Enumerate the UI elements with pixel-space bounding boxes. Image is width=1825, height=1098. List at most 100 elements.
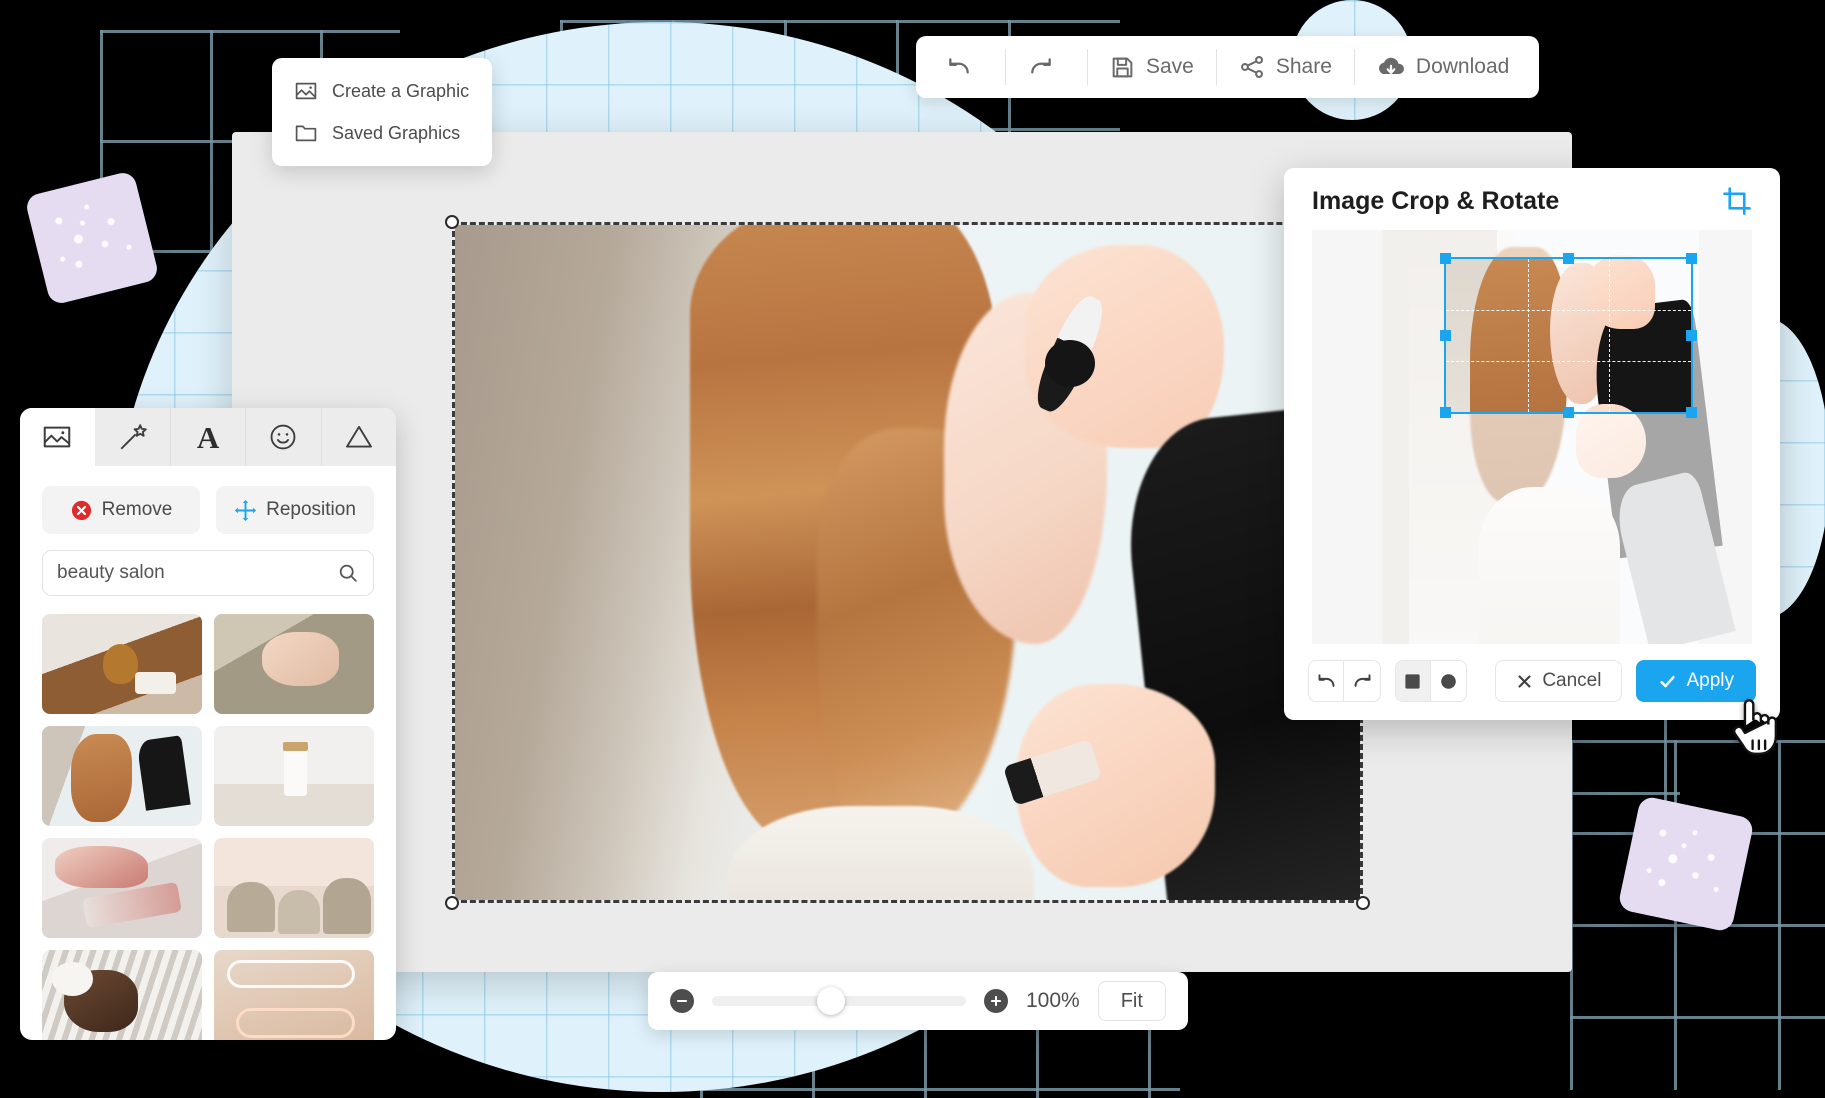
rotate-right-icon <box>1352 671 1373 692</box>
crop-panel-footer: Cancel Apply <box>1284 644 1780 720</box>
search-input[interactable] <box>57 562 337 584</box>
screenshot-root: Save Share Download Create a Graphic Sav… <box>0 0 1825 1098</box>
rotate-button-group <box>1308 660 1381 702</box>
text-a-icon: A <box>196 419 220 455</box>
cancel-label: Cancel <box>1542 670 1602 691</box>
thumbnail-item[interactable] <box>214 950 374 1040</box>
apply-label: Apply <box>1686 670 1734 691</box>
crop-preview-image[interactable] <box>1312 230 1752 644</box>
crop-handle-middle-right[interactable] <box>1685 330 1697 342</box>
image-side-panel: A Remove Reposition beauty salon <box>20 408 396 1040</box>
tab-stickers[interactable] <box>246 408 322 466</box>
fit-button[interactable]: Fit <box>1097 981 1166 1021</box>
rotate-left-icon <box>1316 671 1337 692</box>
zoom-toolbar: 100% Fit <box>648 972 1188 1030</box>
zoom-out-button[interactable] <box>670 989 694 1013</box>
reposition-label: Reposition <box>266 499 356 520</box>
menu-item-saved-graphics[interactable]: Saved Graphics <box>272 112 492 154</box>
crop-handle-bottom-left[interactable] <box>1440 407 1451 419</box>
square-crop-button[interactable] <box>1395 661 1432 701</box>
zoom-slider[interactable] <box>712 987 966 1015</box>
menu-item-label: Create a Graphic <box>332 80 470 101</box>
check-icon <box>1658 672 1677 691</box>
undo-icon <box>946 54 972 80</box>
redo-button[interactable] <box>1006 45 1087 89</box>
thumbnail-item[interactable] <box>214 614 374 714</box>
hand-pointer-cursor <box>1726 694 1782 758</box>
tab-shapes[interactable] <box>321 408 396 466</box>
graphics-dropdown-menu: Create a Graphic Saved Graphics <box>272 58 492 166</box>
share-button[interactable]: Share <box>1217 45 1354 89</box>
crop-icon[interactable] <box>1722 186 1752 216</box>
smiley-icon <box>267 421 299 453</box>
crop-handle-bottom-right[interactable] <box>1685 407 1697 419</box>
crop-handle-top-left[interactable] <box>1440 252 1451 264</box>
cancel-button[interactable]: Cancel <box>1495 660 1623 702</box>
folder-icon <box>294 121 318 145</box>
thumbnail-item[interactable] <box>214 726 374 826</box>
circle-crop-button[interactable] <box>1431 661 1466 701</box>
thumbnail-item[interactable] <box>214 838 374 938</box>
glitter-square-bottom-right <box>1617 795 1755 933</box>
selection-handle-bottom-right[interactable] <box>1356 896 1370 910</box>
x-icon <box>1516 673 1533 690</box>
image-icon <box>294 79 318 103</box>
remove-circle-icon <box>70 499 93 522</box>
move-cross-icon <box>234 499 257 522</box>
tab-images[interactable] <box>20 408 96 466</box>
floppy-disk-icon <box>1110 55 1135 80</box>
save-button[interactable]: Save <box>1088 45 1216 89</box>
zoom-level-label: 100% <box>1026 989 1080 1012</box>
zoom-in-button[interactable] <box>984 989 1008 1013</box>
menu-item-create-a-graphic[interactable]: Create a Graphic <box>272 70 492 112</box>
zoom-slider-thumb[interactable] <box>817 987 846 1015</box>
redo-icon <box>1028 54 1054 80</box>
menu-item-label: Saved Graphics <box>332 122 461 143</box>
fit-label: Fit <box>1120 989 1143 1012</box>
crop-shape-group <box>1394 660 1468 702</box>
selection-handle-top-left[interactable] <box>445 215 459 229</box>
image-icon <box>41 421 73 453</box>
panel-tab-bar: A <box>20 408 396 466</box>
crop-handle-top-center[interactable] <box>1562 252 1574 264</box>
crop-handle-bottom-center[interactable] <box>1562 407 1574 419</box>
canvas-image-selection[interactable] <box>445 215 1370 910</box>
crop-handle-top-right[interactable] <box>1685 252 1697 264</box>
crop-handle-middle-left[interactable] <box>1440 330 1451 342</box>
top-toolbar: Save Share Download <box>916 36 1540 98</box>
reposition-button[interactable]: Reposition <box>216 486 374 534</box>
rotate-left-button[interactable] <box>1309 661 1345 701</box>
canvas-photo[interactable] <box>455 225 1360 900</box>
undo-button[interactable] <box>924 45 1005 89</box>
circle-icon <box>1439 672 1458 691</box>
tab-text[interactable]: A <box>170 408 247 466</box>
search-box[interactable] <box>42 550 374 596</box>
panel-action-row: Remove Reposition <box>20 466 396 534</box>
tab-effects[interactable] <box>95 408 171 466</box>
crop-selection-rectangle[interactable] <box>1440 252 1697 419</box>
thumbnail-item[interactable] <box>42 950 202 1040</box>
remove-button[interactable]: Remove <box>42 486 200 534</box>
share-label: Share <box>1275 55 1332 78</box>
panel-search-row <box>20 534 396 596</box>
image-crop-rotate-panel: Image Crop & Rotate Cancel Apply <box>1284 168 1780 720</box>
triangle-icon <box>343 421 375 453</box>
glitter-square-top-left <box>24 170 160 306</box>
crop-panel-header: Image Crop & Rotate <box>1284 168 1780 230</box>
remove-label: Remove <box>101 499 173 520</box>
thumbnail-item[interactable] <box>42 614 202 714</box>
square-icon <box>1403 672 1422 691</box>
thumbnail-item[interactable] <box>42 838 202 938</box>
thumbnail-item[interactable] <box>42 726 202 826</box>
selection-handle-bottom-left[interactable] <box>445 896 459 910</box>
share-node-icon <box>1239 54 1265 80</box>
magic-wand-icon <box>117 421 149 453</box>
rotate-right-button[interactable] <box>1344 661 1379 701</box>
download-label: Download <box>1415 55 1510 78</box>
download-button[interactable]: Download <box>1355 45 1531 89</box>
grid-decoration-bottom-right <box>1570 740 1825 1090</box>
image-thumbnail-grid <box>20 596 396 1040</box>
crop-panel-title: Image Crop & Rotate <box>1312 186 1560 215</box>
cloud-download-icon <box>1377 53 1405 81</box>
search-icon[interactable] <box>337 562 359 584</box>
